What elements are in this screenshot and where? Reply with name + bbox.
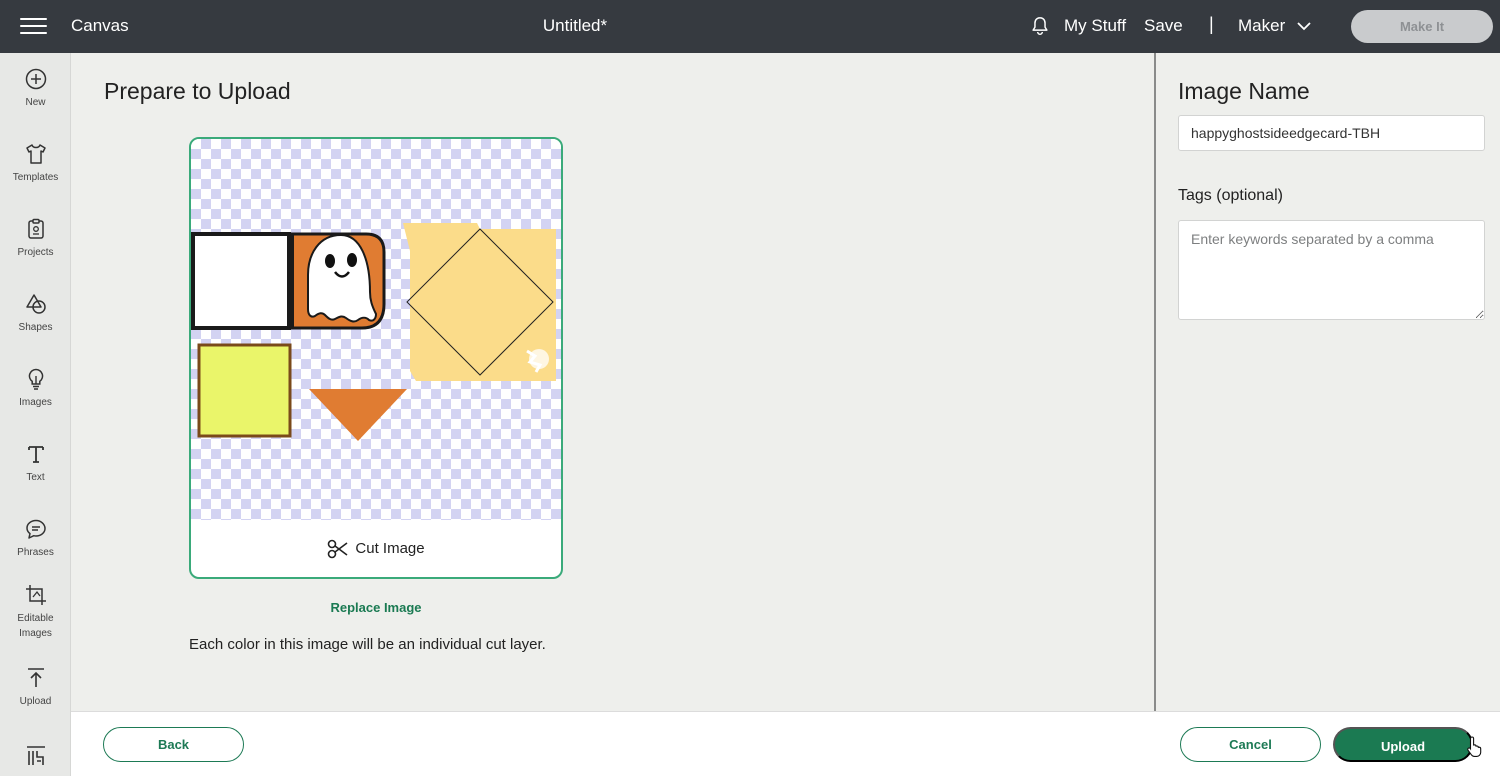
monogram-icon <box>26 746 45 765</box>
sidebar-item-label: Images <box>19 397 52 408</box>
speech-bubble-icon <box>25 519 46 539</box>
uploaded-image-preview <box>191 223 556 441</box>
bell-icon[interactable] <box>1029 15 1051 37</box>
scissors-icon <box>328 539 348 559</box>
image-name-heading: Image Name <box>1178 78 1310 104</box>
cancel-button[interactable]: Cancel <box>1180 727 1321 762</box>
sidebar-item-templates[interactable]: Templates <box>0 142 71 185</box>
replace-image-link[interactable]: Replace Image <box>189 600 563 615</box>
page-title: Prepare to Upload <box>104 78 291 104</box>
cut-layer-info-text: Each color in this image will be an indi… <box>189 636 546 653</box>
sidebar-item-upload[interactable]: Upload <box>0 666 71 709</box>
upload-button[interactable]: Upload <box>1333 727 1473 762</box>
machine-select[interactable]: Maker <box>1238 16 1285 36</box>
sidebar-item-new[interactable]: New <box>0 67 71 110</box>
sidebar-item-label: Phrases <box>17 547 54 558</box>
sidebar-item-label: Projects <box>17 247 54 258</box>
back-button[interactable]: Back <box>103 727 244 762</box>
top-bar: Canvas Untitled* My Stuff Save | Maker M… <box>0 0 1500 53</box>
chevron-down-icon[interactable] <box>1296 19 1312 33</box>
shirt-icon <box>25 144 46 164</box>
sidebar-item-label: Text <box>26 472 45 483</box>
document-title[interactable]: Untitled* <box>0 16 1150 36</box>
sidebar-item-label: Upload <box>19 696 52 707</box>
hand-cursor-icon <box>1467 736 1482 757</box>
sidebar-item-text[interactable]: Text <box>0 442 71 485</box>
cut-image-option[interactable]: Cut Image <box>191 520 561 577</box>
upload-icon <box>27 668 44 687</box>
make-it-button[interactable]: Make It <box>1351 10 1493 43</box>
editable-image-icon <box>25 585 46 605</box>
image-preview-card: Cut Image <box>189 137 563 579</box>
sidebar-item-editable-images[interactable]: Editable Images <box>0 583 71 641</box>
sidebar-item-monogram[interactable] <box>0 743 71 767</box>
tags-input[interactable] <box>1178 220 1485 320</box>
sidebar-item-label: Templates <box>12 172 59 183</box>
sidebar-item-shapes[interactable]: Shapes <box>0 292 71 335</box>
lightbulb-icon <box>28 368 43 390</box>
sidebar-item-phrases[interactable]: Phrases <box>0 517 71 560</box>
transparency-background <box>191 139 561 520</box>
plus-circle-icon <box>25 68 46 90</box>
save-button[interactable]: Save <box>1144 16 1183 36</box>
shapes-icon <box>25 294 46 314</box>
left-sidebar: New Templates Projects Shapes Images Tex… <box>0 53 71 776</box>
sidebar-item-images[interactable]: Images <box>0 367 71 410</box>
text-icon <box>27 446 44 463</box>
cut-image-label: Cut Image <box>355 540 425 557</box>
divider: | <box>1209 14 1214 34</box>
my-stuff-link[interactable]: My Stuff <box>1064 16 1126 36</box>
clipboard-icon <box>27 218 44 239</box>
sidebar-item-projects[interactable]: Projects <box>0 217 71 260</box>
sidebar-item-label: Editable Images <box>17 613 54 639</box>
footer-bar: Back Cancel Upload <box>71 711 1500 776</box>
tags-label: Tags (optional) <box>1178 187 1283 204</box>
sidebar-item-label: New <box>25 97 46 108</box>
image-name-input[interactable] <box>1178 115 1485 151</box>
sidebar-item-label: Shapes <box>18 322 53 333</box>
image-details-panel: Image Name Tags (optional) <box>1154 53 1500 711</box>
